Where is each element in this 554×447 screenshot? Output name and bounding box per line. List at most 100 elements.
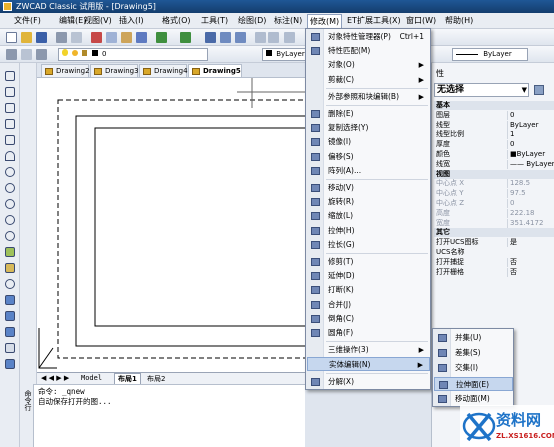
property-row[interactable]: 打开UCS图标 是: [434, 238, 554, 248]
zoom-realtime-icon[interactable]: [220, 32, 231, 43]
property-row[interactable]: 颜色 ■ByLayer: [434, 150, 554, 159]
undo-icon[interactable]: [156, 32, 167, 43]
menu-draw[interactable]: 绘图(D): [236, 14, 268, 28]
linetype-combo[interactable]: ByLayer: [452, 48, 528, 61]
menu-format[interactable]: 格式(O): [160, 14, 193, 28]
menu-et-extension[interactable]: ET扩展工具(X): [345, 14, 403, 28]
region-tool-icon[interactable]: [5, 327, 15, 337]
menu-item-scale[interactable]: 缩放(L): [307, 209, 430, 223]
print-icon[interactable]: [56, 32, 67, 43]
menu-item-match-properties[interactable]: 特性匹配(M): [307, 44, 430, 58]
menu-item-submenu-3[interactable]: 剪裁(C) ▶: [307, 73, 430, 87]
menu-item-submenu-2[interactable]: 对象(O) ▶: [307, 58, 430, 72]
properties-toolbar-icon[interactable]: [268, 32, 279, 43]
tab-drawing3[interactable]: Drawing3: [90, 64, 139, 78]
property-row[interactable]: 宽度 351.4172: [434, 218, 554, 228]
menu-help[interactable]: 帮助(H): [443, 14, 475, 28]
menu-item-rotate[interactable]: 旋转(R): [307, 195, 430, 209]
menu-item-explode[interactable]: 分解(X): [307, 375, 430, 389]
menu-item-trim[interactable]: 修剪(T): [307, 255, 430, 269]
polyline-tool-icon[interactable]: [5, 103, 15, 113]
menu-item-subtract[interactable]: 差集(S): [434, 346, 513, 360]
tab-drawing5[interactable]: Drawing5: [188, 64, 242, 78]
match-brush-icon[interactable]: [136, 32, 147, 43]
menu-item-break[interactable]: 打断(K): [307, 283, 430, 297]
copy-clip-icon[interactable]: [106, 32, 117, 43]
property-row[interactable]: UCS名称: [434, 248, 554, 257]
point-tool-icon[interactable]: [5, 279, 15, 289]
property-row[interactable]: 厚度 0: [434, 140, 554, 150]
layer-previous-icon[interactable]: [36, 49, 47, 60]
hatch-tool-icon[interactable]: [5, 295, 15, 305]
make-block-tool-icon[interactable]: [5, 263, 15, 273]
new-file-icon[interactable]: [6, 32, 17, 43]
drawing-canvas[interactable]: [37, 78, 305, 372]
property-row[interactable]: 线型 ByLayer: [434, 120, 554, 130]
layer-state-icon[interactable]: [21, 49, 32, 60]
circle-tool-icon[interactable]: [5, 167, 15, 177]
menu-item-join[interactable]: 合并(J): [307, 298, 430, 312]
menu-item-intersect[interactable]: 交集(I): [434, 361, 513, 375]
cut-icon[interactable]: [91, 32, 102, 43]
rectangle-tool-icon[interactable]: [5, 135, 15, 145]
menu-item-move[interactable]: 移动(V): [307, 181, 430, 195]
menu-item-copy[interactable]: 复制选择(Y): [307, 121, 430, 135]
zoom-window-icon[interactable]: [235, 32, 246, 43]
property-row[interactable]: 打开捕捉 否: [434, 257, 554, 267]
ellipse-tool-icon[interactable]: [5, 215, 15, 225]
revision-cloud-tool-icon[interactable]: [5, 183, 15, 193]
menu-view[interactable]: 视图(V): [82, 14, 114, 28]
property-row[interactable]: 中心点 Y 97.5: [434, 189, 554, 199]
paste-icon[interactable]: [121, 32, 132, 43]
print-preview-icon[interactable]: [71, 32, 82, 43]
menu-item-fillet[interactable]: 圆角(F): [307, 326, 430, 340]
polygon-tool-icon[interactable]: [5, 119, 15, 129]
menu-item-offset[interactable]: 偏移(S): [307, 150, 430, 164]
property-row[interactable]: 线型比例 1: [434, 130, 554, 140]
pan-icon[interactable]: [205, 32, 216, 43]
color-combo[interactable]: ByLayer: [262, 48, 306, 61]
menu-item-submenu-27[interactable]: 实体编辑(N) ▶: [307, 357, 430, 372]
quick-select-icon[interactable]: [534, 85, 544, 95]
tab-model[interactable]: Model: [81, 374, 102, 382]
gradient-tool-icon[interactable]: [5, 311, 15, 321]
menu-item-array[interactable]: 阵列(A)...: [307, 164, 430, 178]
spline-tool-icon[interactable]: [5, 199, 15, 209]
layer-combo[interactable]: 0: [58, 48, 208, 61]
property-row[interactable]: 图层 0: [434, 110, 554, 120]
menu-file[interactable]: 文件(F): [12, 14, 43, 28]
property-row[interactable]: 线宽 —— ByLayer: [434, 159, 554, 169]
tab-drawing2[interactable]: Drawing2: [41, 64, 90, 78]
ray-tool-icon[interactable]: [5, 87, 15, 97]
selection-combo[interactable]: 无选择 ▼: [434, 83, 529, 97]
menu-window[interactable]: 窗口(W): [404, 14, 438, 28]
arc-tool-icon[interactable]: [5, 151, 15, 161]
menu-item-extend[interactable]: 延伸(D): [307, 269, 430, 283]
line-tool-icon[interactable]: [5, 71, 15, 81]
property-row[interactable]: 打开栅格 否: [434, 267, 554, 277]
layer-manager-icon[interactable]: [6, 49, 17, 60]
design-center-icon[interactable]: [284, 32, 295, 43]
property-row[interactable]: 中心点 Z 0: [434, 199, 554, 208]
menu-item-submenu-5[interactable]: 外部参照和块编辑(B) ▶: [307, 90, 430, 104]
save-icon[interactable]: [36, 32, 47, 43]
ellipse-arc-tool-icon[interactable]: [5, 231, 15, 241]
menu-dimension[interactable]: 标注(N): [272, 14, 304, 28]
menu-item-lengthen[interactable]: 拉长(G): [307, 238, 430, 252]
menu-tools[interactable]: 工具(T): [199, 14, 230, 28]
menu-modify[interactable]: 修改(M): [307, 14, 343, 28]
menu-item-submenu-26[interactable]: 三维操作(3) ▶: [307, 343, 430, 357]
redo-icon[interactable]: [180, 32, 191, 43]
menu-item-properties[interactable]: 对象特性管理器(P) Ctrl+1: [307, 30, 430, 44]
zoom-previous-icon[interactable]: [255, 32, 266, 43]
table-tool-icon[interactable]: [5, 343, 15, 353]
menu-item-mirror[interactable]: 镜像(I): [307, 135, 430, 149]
tab-layout2[interactable]: 布局2: [147, 374, 165, 384]
menu-item-stretch[interactable]: 拉伸(H): [307, 224, 430, 238]
menu-item-chamfer[interactable]: 倒角(C): [307, 312, 430, 326]
menu-insert[interactable]: 插入(I): [117, 14, 146, 28]
tab-drawing4[interactable]: Drawing4: [139, 64, 188, 78]
tab-nav-arrows-icon[interactable]: ◀ ◀ ▶ ▶: [41, 374, 69, 382]
mtext-tool-icon[interactable]: [5, 359, 15, 369]
open-file-icon[interactable]: [21, 32, 32, 43]
